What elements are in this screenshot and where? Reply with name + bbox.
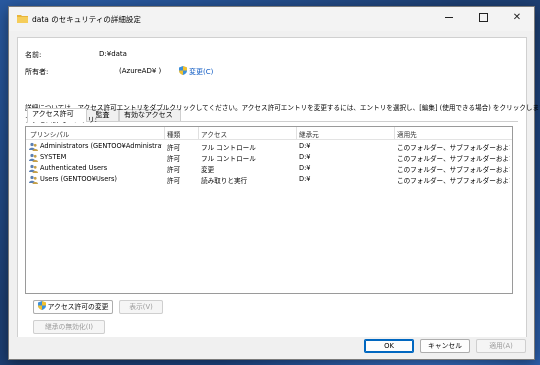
disable-inheritance-button[interactable]: 継承の無効化(I) <box>33 320 105 334</box>
cell-principal: Users (GENTOO¥Users) <box>40 175 117 183</box>
window-title: data のセキュリティの詳細設定 <box>32 15 141 24</box>
users-icon <box>29 164 38 173</box>
change-owner-label: 変更(C) <box>189 68 214 76</box>
users-icon <box>29 142 38 151</box>
column-applies-to[interactable]: 適用先 <box>397 129 417 139</box>
users-icon <box>29 175 38 184</box>
change-permissions-label: アクセス許可の変更 <box>47 303 109 311</box>
minimize-icon <box>445 16 453 18</box>
cell-inherited-from: D:¥ <box>299 153 311 161</box>
cell-type: 許可 <box>167 144 181 152</box>
title-bar[interactable]: data のセキュリティの詳細設定 ✕ <box>9 7 534 31</box>
ok-button[interactable]: OK <box>364 339 414 353</box>
close-button[interactable]: ✕ <box>500 7 534 29</box>
cell-access: フル コントロール <box>201 144 256 152</box>
cell-principal: Administrators (GENTOO¥Administrat... <box>40 142 162 150</box>
column-divider <box>296 127 297 139</box>
owner-value: (AzureAD¥ ) <box>119 67 162 75</box>
cell-applies-to: このフォルダー、サブフォルダーおよびファイル <box>397 144 510 152</box>
tab-permissions[interactable]: アクセス許可 <box>27 108 87 122</box>
cell-type: 許可 <box>167 166 181 174</box>
cell-access: 変更 <box>201 166 215 174</box>
uac-shield-icon <box>179 66 187 75</box>
tab-divider <box>27 121 518 122</box>
cell-principal: SYSTEM <box>40 153 67 161</box>
cell-type: 許可 <box>167 155 181 163</box>
cell-inherited-from: D:¥ <box>299 175 311 183</box>
maximize-icon <box>478 12 488 22</box>
cell-applies-to: このフォルダー、サブフォルダーおよびファイル <box>397 166 510 174</box>
list-row[interactable]: Authenticated Users 許可 変更 D:¥ このフォルダー、サブ… <box>26 163 512 174</box>
list-row[interactable]: Users (GENTOO¥Users) 許可 読み取りと実行 D:¥ このフォ… <box>26 174 512 185</box>
cell-principal: Authenticated Users <box>40 164 108 172</box>
view-button[interactable]: 表示(V) <box>119 300 163 314</box>
permission-entries-list[interactable]: プリンシパル 種類 アクセス 継承元 適用先 Administrators (G… <box>25 126 513 294</box>
change-permissions-button[interactable]: アクセス許可の変更 <box>33 300 113 314</box>
cell-applies-to: このフォルダー、サブフォルダーおよびファイル <box>397 155 510 163</box>
cancel-button[interactable]: キャンセル <box>420 339 470 353</box>
cell-type: 許可 <box>167 177 181 185</box>
change-owner-link[interactable]: 変更(C) <box>179 66 213 77</box>
cell-access: 読み取りと実行 <box>201 177 248 185</box>
uac-shield-icon <box>37 301 46 310</box>
owner-label: 所有者: <box>25 68 49 76</box>
cell-inherited-from: D:¥ <box>299 164 311 172</box>
column-principal[interactable]: プリンシパル <box>30 129 69 139</box>
content-panel: 名前: D:¥data 所有者: (AzureAD¥ ) 変更(C) アクセス許… <box>17 37 540 339</box>
list-row[interactable]: Administrators (GENTOO¥Administrat... 許可… <box>26 141 512 152</box>
column-type[interactable]: 種類 <box>167 129 180 139</box>
cell-access: フル コントロール <box>201 155 256 163</box>
column-access[interactable]: アクセス <box>201 129 227 139</box>
column-divider <box>198 127 199 139</box>
column-divider <box>164 127 165 139</box>
cell-inherited-from: D:¥ <box>299 142 311 150</box>
list-row[interactable]: SYSTEM 許可 フル コントロール D:¥ このフォルダー、サブフォルダーお… <box>26 152 512 163</box>
minimize-button[interactable] <box>432 7 466 29</box>
close-icon: ✕ <box>512 12 522 23</box>
list-header: プリンシパル 種類 アクセス 継承元 適用先 <box>26 127 512 140</box>
name-value: D:¥data <box>99 50 127 58</box>
folder-icon <box>17 15 28 23</box>
description-text: 詳細については、アクセス許可エントリをダブルクリックしてください。アクセス許可エ… <box>25 104 540 112</box>
apply-button[interactable]: 適用(A) <box>476 339 526 353</box>
name-label: 名前: <box>25 51 42 59</box>
dialog-footer: OK キャンセル 適用(A) <box>9 337 534 359</box>
maximize-button[interactable] <box>466 7 500 29</box>
users-icon <box>29 153 38 162</box>
column-inherited-from[interactable]: 継承元 <box>299 129 319 139</box>
cell-applies-to: このフォルダー、サブフォルダーおよびファイル <box>397 177 510 185</box>
column-divider <box>394 127 395 139</box>
security-settings-dialog: data のセキュリティの詳細設定 ✕ 名前: D:¥data 所有者: (Az… <box>8 6 540 360</box>
